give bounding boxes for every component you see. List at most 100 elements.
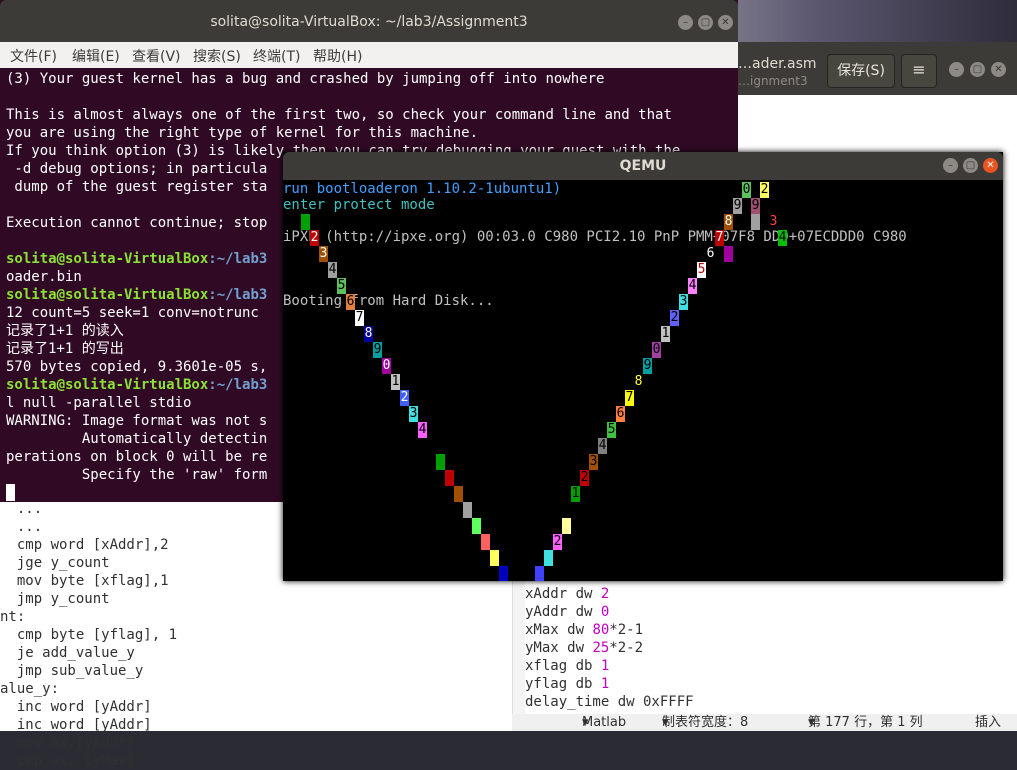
tab-width-selector[interactable]: 制表符宽度：8 ▾ (662, 714, 748, 731)
code-line: jmp sub_value_y (0, 663, 144, 679)
menu-help[interactable]: 帮助(H) (313, 46, 362, 66)
qemu-char-cell (571, 502, 580, 518)
minimize-icon[interactable]: – (949, 62, 964, 77)
editor-file-title: …ader.asm (738, 56, 817, 72)
qemu-text-line: iPXE (http://ipxe.org) 00:03.0 C980 PCI2… (283, 229, 907, 245)
code-line: cmp ax, [yMax] (0, 753, 135, 769)
hamburger-icon[interactable]: ≡ (901, 54, 937, 88)
qemu-titlebar[interactable]: QEMU – ▢ ✕ (283, 152, 1003, 180)
qemu-char-cell (562, 518, 571, 534)
code-line: alue_y: (0, 681, 60, 697)
qemu-char-cell: 5 (697, 262, 706, 278)
code-number: 2 (600, 586, 610, 602)
qemu-char-cell: 9 (373, 342, 382, 358)
qemu-char-cell: 2 (400, 390, 409, 406)
qemu-char-cell: 2 (310, 230, 319, 246)
close-icon[interactable]: ✕ (991, 62, 1006, 77)
maximize-icon[interactable]: ▢ (970, 62, 985, 77)
qemu-char-cell (436, 454, 445, 470)
code-line: je add_value_y (0, 645, 135, 661)
code-token: *2-2 (609, 640, 644, 656)
qemu-char-cell (706, 214, 715, 230)
qemu-char-cell: 3 (589, 454, 598, 470)
prompt-path: :~/lab3 (208, 287, 268, 303)
qemu-char-cell (454, 486, 463, 502)
code-line: xflag db 1 (525, 657, 694, 675)
qemu-screen[interactable]: run bootloaderon 1.10.2-1ubuntu1) enter p… (283, 180, 1003, 581)
qemu-char-cell: 5 (337, 278, 346, 294)
code-line: ... (0, 501, 43, 517)
editor-statusbar: Matlab ▾ 制表符宽度：8 ▾ 第 177 行，第 1 列 ▾ 插入 (512, 714, 1017, 731)
code-number: 1 (600, 658, 610, 674)
menu-edit[interactable]: 编辑(E) (72, 46, 120, 66)
insert-mode: 插入 (975, 715, 1002, 730)
code-line: jmp y_count (0, 591, 110, 607)
terminal-menubar: 文件(F) 编辑(E) 查看(V) 搜索(S) 终端(T) 帮助(H) (0, 42, 738, 68)
code-line: yflag db 1 (525, 675, 694, 693)
qemu-char-cell (445, 470, 454, 486)
editor-file-path: …ignment3 (738, 74, 808, 88)
maximize-icon[interactable]: ▢ (963, 158, 978, 173)
save-button[interactable]: 保存(S) (827, 54, 895, 88)
terminal-cursor (6, 484, 15, 501)
code-line: yMax dw 25*2-2 (525, 639, 694, 657)
qemu-char-cell: 1 (391, 374, 400, 390)
close-icon[interactable]: ✕ (718, 15, 733, 30)
qemu-char-cell: 5 (607, 422, 616, 438)
qemu-char-cell (490, 550, 499, 566)
code-token: yflag db (525, 676, 601, 692)
qemu-char-cell: 8 (724, 214, 733, 230)
menu-file[interactable]: 文件(F) (10, 46, 57, 66)
qemu-char-cell: 2 (760, 182, 769, 198)
qemu-char-cell: 9 (643, 358, 652, 374)
qemu-char-cell: 4 (688, 278, 697, 294)
menu-search[interactable]: 搜索(S) (193, 46, 241, 66)
qemu-char-cell: 4 (328, 262, 337, 278)
prompt-path: :~/lab3 (208, 377, 268, 393)
qemu-char-cell: 3 (319, 246, 328, 262)
language-selector[interactable]: Matlab ▾ (582, 714, 626, 731)
menu-view[interactable]: 查看(V) (132, 46, 181, 66)
cursor-position[interactable]: 第 177 行，第 1 列 ▾ (808, 714, 923, 731)
qemu-char-cell: 7 (715, 230, 724, 246)
close-icon[interactable]: ✕ (983, 158, 998, 173)
qemu-char-cell: 8 (364, 326, 373, 342)
qemu-char-cell (463, 502, 472, 518)
qemu-char-cell: 3 (409, 406, 418, 422)
qemu-char-cell: 1 (571, 486, 580, 502)
prompt-user: solita@solita-VirtualBox (6, 377, 209, 393)
qemu-char-cell: 0 (382, 358, 391, 374)
qemu-char-cell: 4 (418, 422, 427, 438)
terminal-line: (3) Your guest kernel has a bug and cras… (6, 71, 605, 87)
qemu-char-cell: 2 (580, 470, 589, 486)
qemu-char-cell: 6 (346, 294, 355, 310)
editor-left-code[interactable]: jmp y_... ... ... ... cmp word [xAddr],2… (0, 464, 177, 770)
qemu-char-cell: 4 (778, 230, 787, 246)
code-line: jge y_count (0, 555, 110, 571)
code-token: *2-1 (609, 622, 644, 638)
qemu-char-cell: 6 (616, 406, 625, 422)
maximize-icon[interactable]: ▢ (698, 15, 713, 30)
qemu-char-cell (535, 566, 544, 581)
qemu-char-cell: 8 (634, 374, 643, 390)
minimize-icon[interactable]: – (943, 158, 958, 173)
terminal-titlebar[interactable]: solita@solita-VirtualBox: ~/lab3/Assignm… (0, 0, 738, 42)
code-line: cmp word [xAddr],2 (0, 537, 169, 553)
qemu-window[interactable]: QEMU – ▢ ✕ run bootloaderon 1.10.2-1ubun… (283, 152, 1003, 581)
qemu-char-cell (724, 246, 733, 262)
editor-right-code[interactable]: xAddr dw 2 yAddr dw 0 xMax dw 80*2-1 yMax d… (525, 585, 694, 711)
qemu-text-line: Booting from Hard Disk... (283, 293, 494, 309)
qemu-char-cell: 0 (742, 182, 751, 198)
qemu-char-cell: 2 (553, 534, 562, 550)
code-number: 1 (600, 676, 610, 692)
menu-terminal[interactable]: 终端(T) (253, 46, 300, 66)
code-token: xMax dw (525, 622, 593, 638)
code-line: delay_time dw 0xFFFF (525, 693, 694, 711)
minimize-icon[interactable]: – (678, 15, 693, 30)
qemu-char-cell (481, 534, 490, 550)
qemu-char-cell (544, 550, 553, 566)
code-line: mov byte [xflag],1 (0, 573, 169, 589)
qemu-char-cell: 7 (625, 390, 634, 406)
qemu-text-line: enter protect mode (283, 197, 435, 213)
terminal-line: This is almost always one of the first t… (6, 107, 672, 123)
